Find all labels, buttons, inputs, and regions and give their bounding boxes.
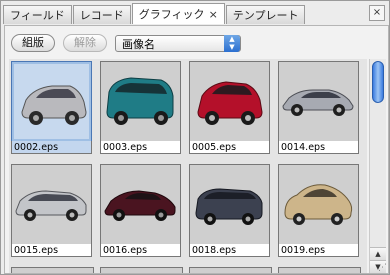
tab-label: テンプレート [232, 9, 299, 22]
thumbnail-label: 0005.eps [189, 141, 270, 154]
vertical-scrollbar[interactable]: ▲ ▼ [369, 59, 386, 273]
tab-bar: フィールド レコード グラフィック × テンプレート [3, 3, 306, 25]
tab-label: グラフィック [138, 8, 205, 21]
thumbnail-image [100, 61, 181, 142]
thumbnail-label: 0003.eps [100, 141, 181, 154]
thumbnail-item[interactable]: 0005.eps [189, 61, 270, 156]
scroll-up-icon[interactable]: ▲ [370, 247, 386, 260]
car-image [195, 188, 263, 225]
thumbnail-item-partial [11, 267, 94, 273]
resize-grip-icon[interactable]: ⋰ [378, 263, 388, 273]
release-button[interactable]: 解除 [63, 34, 107, 52]
tab-record[interactable]: レコード [72, 5, 131, 24]
thumbnail-item-partial [189, 267, 272, 273]
thumbnail-image [278, 164, 359, 245]
car-image [284, 184, 353, 225]
thumbnail-item[interactable]: 0019.eps [278, 164, 359, 259]
toolbar: 組版 解除 画像名 ▲ ▼ [11, 33, 241, 53]
thumbnail-label: 0014.eps [278, 141, 359, 154]
window: フィールド レコード グラフィック × テンプレート × 組版 解除 画像名 ▲… [0, 0, 390, 275]
sort-select[interactable]: 画像名 ▲ ▼ [115, 34, 241, 52]
tab-close-icon[interactable]: × [209, 8, 218, 21]
car-image [15, 190, 87, 221]
thumbnail-image [11, 61, 92, 142]
select-arrows-icon: ▲ ▼ [224, 34, 240, 52]
graphic-panel: 組版 解除 画像名 ▲ ▼ 0002.eps 0003.eps 0005.eps… [4, 25, 389, 274]
thumbnail-label: 0018.eps [189, 244, 270, 257]
tab-label: レコード [79, 9, 124, 22]
tab-graphic[interactable]: グラフィック × [131, 3, 225, 24]
thumbnail-item[interactable]: 0016.eps [100, 164, 181, 259]
tab-field[interactable]: フィールド [3, 5, 72, 24]
thumbnail-label: 0015.eps [11, 244, 92, 257]
close-icon[interactable]: × [369, 5, 385, 21]
car-image [197, 81, 263, 125]
thumbnail-image [189, 61, 270, 142]
car-image [21, 85, 87, 125]
thumbnail-item-partial [278, 267, 361, 273]
car-image [106, 77, 174, 125]
thumbnail-image [189, 164, 270, 245]
thumbnail-label: 0016.eps [100, 244, 181, 257]
thumbnail-image [11, 164, 92, 245]
group-button[interactable]: 組版 [11, 34, 55, 52]
scrollbar-thumb[interactable] [372, 61, 384, 103]
thumbnail-item-partial [100, 267, 183, 273]
thumbnail-label: 0002.eps [11, 141, 92, 154]
tab-template[interactable]: テンプレート [225, 5, 306, 24]
thumbnail-label: 0019.eps [278, 244, 359, 257]
thumbnail-item[interactable]: 0003.eps [100, 61, 181, 156]
sort-select-value: 画像名 [122, 37, 155, 51]
thumbnail-grid: 0002.eps 0003.eps 0005.eps 0014.eps 0015… [9, 59, 367, 273]
thumbnail-item[interactable]: 0002.eps [11, 61, 92, 156]
thumbnail-item[interactable]: 0014.eps [278, 61, 359, 156]
thumbnail-item[interactable]: 0015.eps [11, 164, 92, 259]
car-image [282, 89, 354, 116]
tab-label: フィールド [10, 9, 65, 22]
thumbnail-image [100, 164, 181, 245]
thumbnail-image [278, 61, 359, 142]
car-image [104, 190, 176, 221]
thumbnail-item[interactable]: 0018.eps [189, 164, 270, 259]
